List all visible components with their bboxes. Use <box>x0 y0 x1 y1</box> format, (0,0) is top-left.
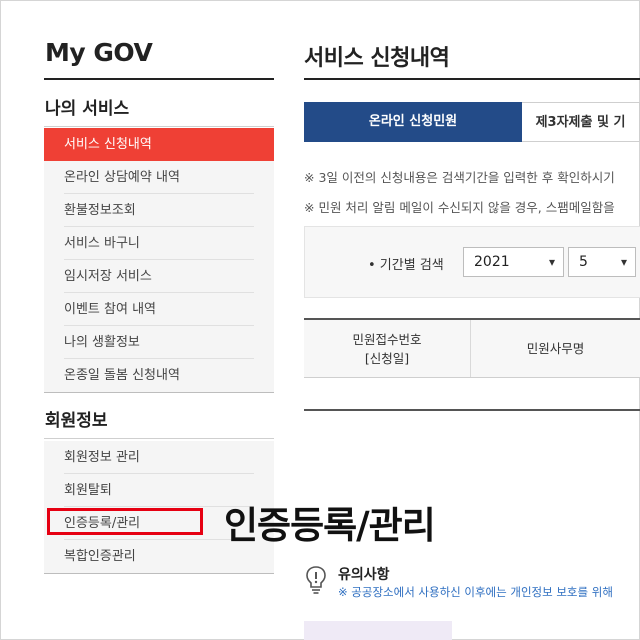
sidebar-item-allday-care[interactable]: 온종일 돌봄 신청내역 <box>44 359 274 392</box>
section-divider <box>44 438 274 439</box>
column-header-line: 민원접수번호 <box>352 332 422 347</box>
sidebar-item-event-history[interactable]: 이벤트 참여 내역 <box>44 293 274 326</box>
highlight-box <box>47 508 203 535</box>
tab-online-applications[interactable]: 온라인 신청민원 <box>304 102 522 142</box>
year-select[interactable]: 2021 ▾ <box>463 247 564 277</box>
column-header-receipt-number: 민원접수번호 [신청일] <box>304 320 471 377</box>
table-bottom-border <box>304 409 640 411</box>
notice-text: ※ 민원 처리 알림 메일이 수신되지 않을 경우, 스팸메일함을 <box>304 200 615 215</box>
column-header-service-name: 민원사무명 <box>526 341 585 356</box>
caution-text: ※ 공공장소에서 사용하신 이후에는 개인정보 보호를 위해 <box>338 585 613 599</box>
section-title-member-info: 회원정보 <box>45 411 108 431</box>
title-divider <box>304 78 640 80</box>
my-services-menu: 서비스 신청내역 온라인 상담예약 내역 환불정보조회 서비스 바구니 임시저장… <box>44 128 274 392</box>
sidebar-item-life-info[interactable]: 나의 생활정보 <box>44 326 274 359</box>
section-divider <box>44 126 274 127</box>
sidebar-item-online-consult[interactable]: 온라인 상담예약 내역 <box>44 161 274 194</box>
month-select-value: 5 <box>579 254 588 270</box>
chevron-down-icon: ▾ <box>548 255 555 269</box>
tab-third-party-submission[interactable]: 제3자제출 및 기 <box>522 102 640 142</box>
sidebar-item-temp-saved[interactable]: 임시저장 서비스 <box>44 260 274 293</box>
notice-text: ※ 3일 이전의 신청내용은 검색기간을 입력한 후 확인하시기 <box>304 170 615 185</box>
year-select-value: 2021 <box>474 254 510 270</box>
annotation-caption: 인증등록/관리 <box>224 504 436 547</box>
period-search-label: • 기간별 검색 <box>368 258 444 273</box>
section-title-my-services: 나의 서비스 <box>45 99 130 119</box>
title-divider <box>44 78 274 80</box>
sidebar-item-refund-info[interactable]: 환불정보조회 <box>44 194 274 227</box>
chevron-down-icon: ▾ <box>620 255 627 269</box>
column-header-line: [신청일] <box>364 351 410 366</box>
sidebar-item-service-basket[interactable]: 서비스 바구니 <box>44 227 274 260</box>
page-title: 서비스 신청내역 <box>304 46 450 71</box>
bottom-panel <box>304 621 452 640</box>
section-divider <box>44 392 274 393</box>
mygov-title: My GOV <box>45 38 153 67</box>
sidebar-item-service-applications[interactable]: 서비스 신청내역 <box>44 128 274 161</box>
caution-title: 유의사항 <box>338 567 390 583</box>
month-select[interactable]: 5 ▾ <box>568 247 636 277</box>
sidebar-item-member-manage[interactable]: 회원정보 관리 <box>44 441 274 474</box>
lightbulb-icon <box>306 566 326 594</box>
